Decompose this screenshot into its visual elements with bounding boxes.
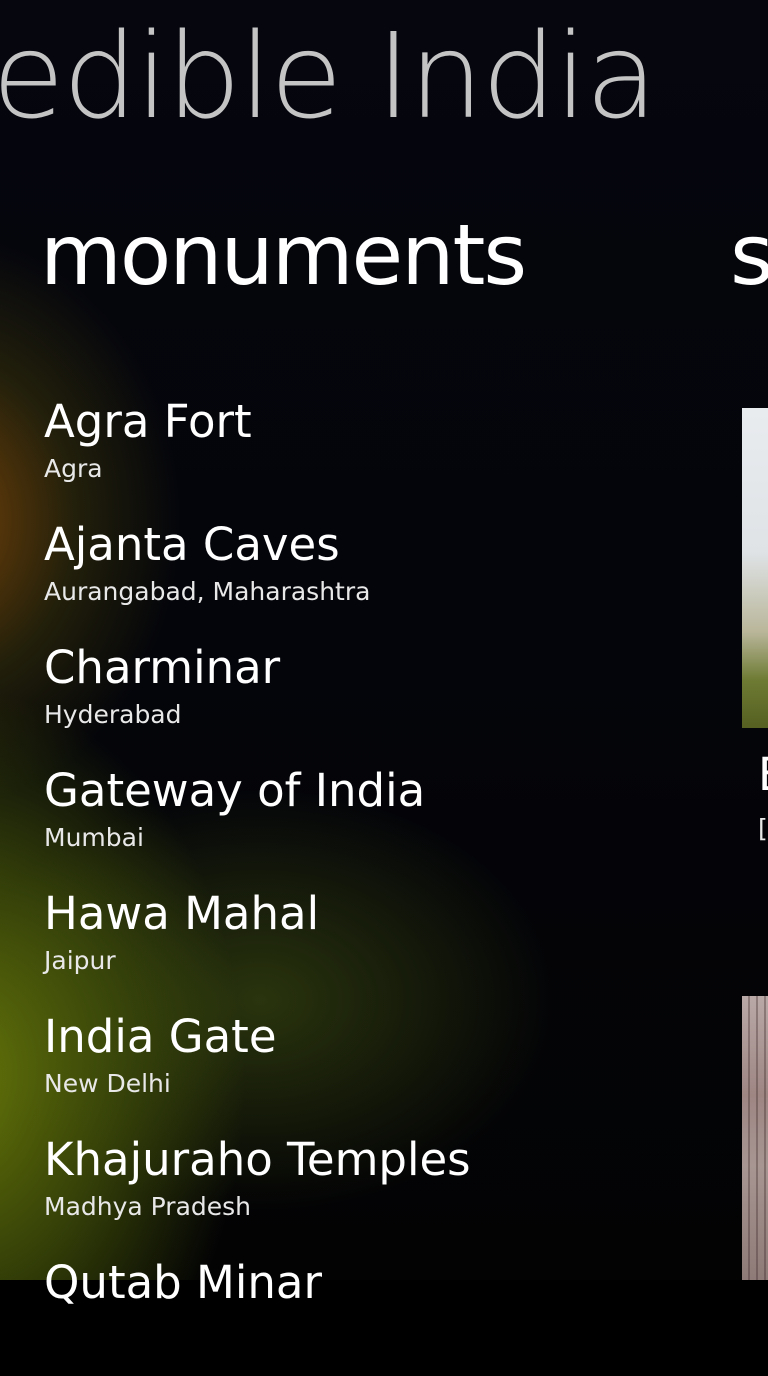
monument-location: Madhya Pradesh	[44, 1192, 252, 1221]
next-panel-card-title-peek: E	[758, 748, 768, 802]
monument-location: Aurangabad, Maharashtra	[44, 577, 371, 606]
monument-name: Agra Fort	[44, 395, 252, 448]
monument-name: Charminar	[44, 641, 281, 694]
next-panel-thumbnail-2[interactable]	[742, 996, 768, 1280]
monument-location: New Delhi	[44, 1069, 171, 1098]
monument-name: Hawa Mahal	[44, 887, 320, 940]
list-item-gateway-of-india[interactable]: Gateway of India Mumbai	[44, 761, 704, 884]
next-panel-card-sub-peek: [	[758, 814, 768, 843]
monument-location: Hyderabad	[44, 700, 182, 729]
list-item-hawa-mahal[interactable]: Hawa Mahal Jaipur	[44, 884, 704, 1007]
monument-location: Agra	[44, 454, 103, 483]
app-title: edible India	[0, 7, 658, 145]
list-item-qutab-minar[interactable]: Qutab Minar	[44, 1253, 704, 1376]
monument-location: Mumbai	[44, 823, 144, 852]
list-item-charminar[interactable]: Charminar Hyderabad	[44, 638, 704, 761]
monument-name: Ajanta Caves	[44, 518, 340, 571]
list-item-khajuraho-temples[interactable]: Khajuraho Temples Madhya Pradesh	[44, 1130, 704, 1253]
monuments-list: Agra Fort Agra Ajanta Caves Aurangabad, …	[44, 392, 704, 1376]
monument-name: Qutab Minar	[44, 1256, 322, 1309]
monument-name: Gateway of India	[44, 764, 426, 817]
monument-name: India Gate	[44, 1010, 277, 1063]
monument-name: Khajuraho Temples	[44, 1133, 471, 1186]
next-panel-thumbnail-1[interactable]	[742, 408, 768, 728]
pivot-header-monuments[interactable]: monuments	[40, 200, 527, 310]
list-item-ajanta-caves[interactable]: Ajanta Caves Aurangabad, Maharashtra	[44, 515, 704, 638]
list-item-india-gate[interactable]: India Gate New Delhi	[44, 1007, 704, 1130]
pivot-header-next[interactable]: s	[730, 200, 768, 310]
list-item-agra-fort[interactable]: Agra Fort Agra	[44, 392, 704, 515]
monument-location: Jaipur	[44, 946, 116, 975]
